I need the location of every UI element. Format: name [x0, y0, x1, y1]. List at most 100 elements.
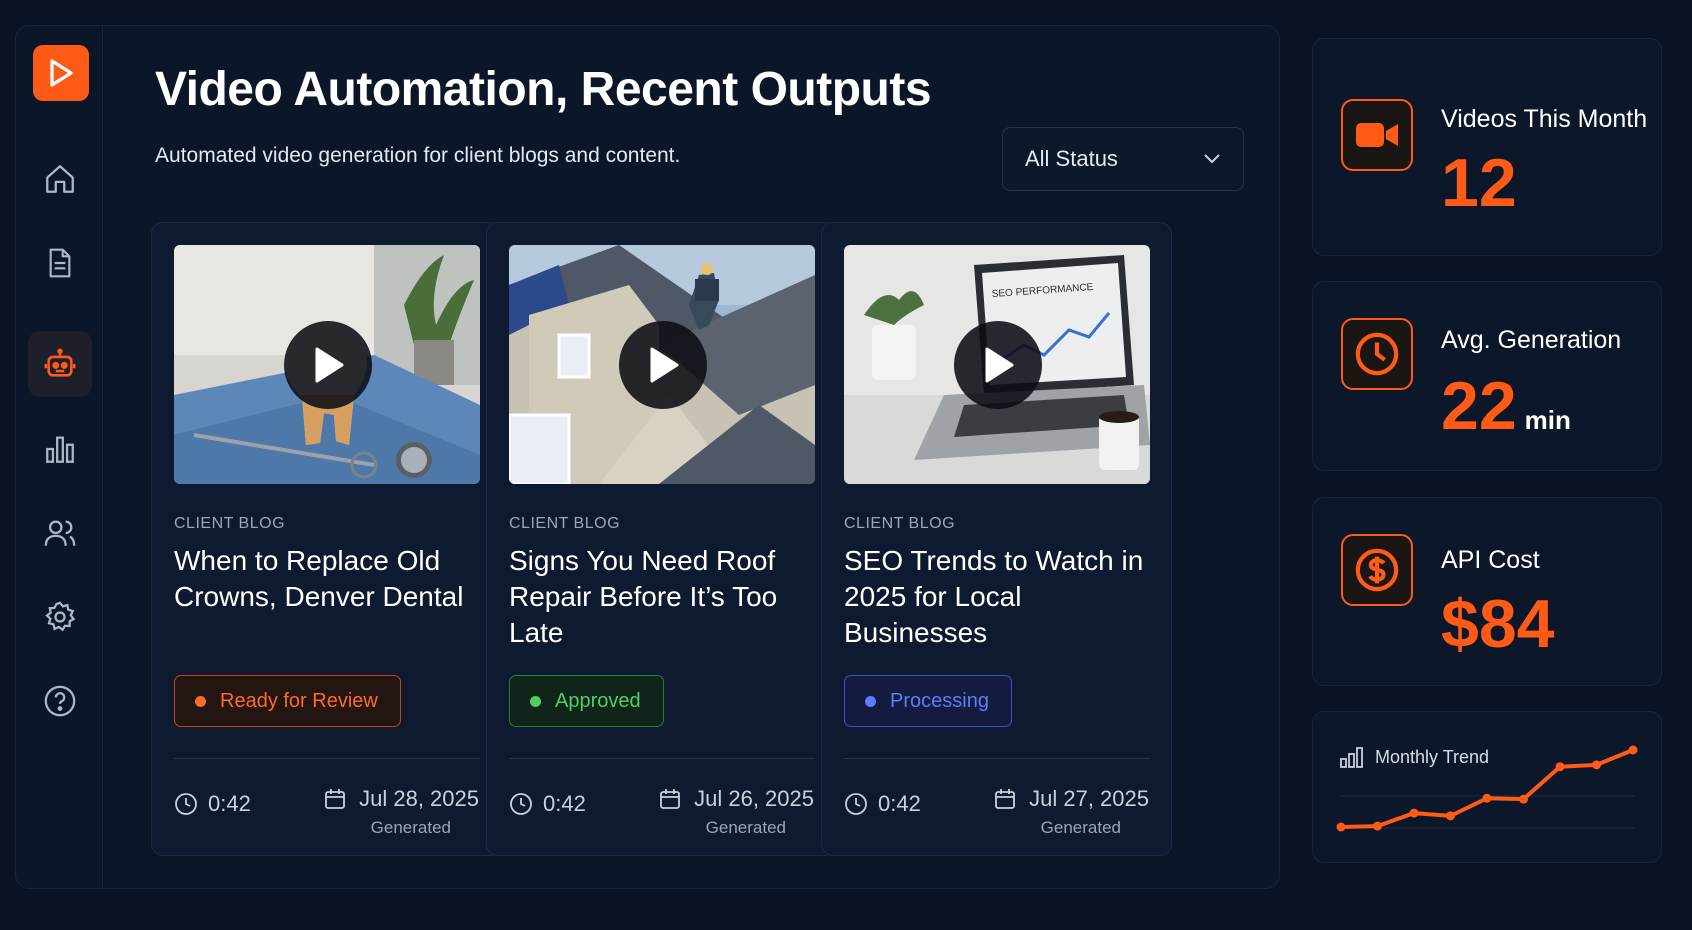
- date-label: Generated: [1040, 818, 1121, 837]
- duration-value: 0:42: [878, 791, 921, 816]
- video-card[interactable]: CLIENT BLOG When to Replace Old Crowns, …: [151, 222, 502, 856]
- gear-icon: [45, 601, 76, 632]
- trend-point: [1373, 821, 1382, 831]
- play-icon: [650, 347, 679, 383]
- stat-label: Videos This Month: [1441, 105, 1648, 133]
- stat-icon-box: [1341, 318, 1413, 390]
- stat-unit: min: [1524, 405, 1571, 435]
- status-badge-label: Approved: [555, 689, 641, 712]
- date-value: Jul 26, 2025: [694, 786, 814, 811]
- video-duration: 0:42: [509, 791, 586, 817]
- video-card[interactable]: SEO PERFORMANCE CLIENT BLOG SEO Trends t…: [821, 222, 1172, 856]
- card-title[interactable]: When to Replace Old Crowns, Denver Denta…: [174, 543, 474, 615]
- status-badge: Processing: [844, 675, 1012, 727]
- date-value: Jul 28, 2025: [359, 786, 479, 811]
- video-thumbnail[interactable]: [174, 245, 480, 484]
- date-label: Generated: [705, 818, 786, 837]
- home-icon: [46, 165, 74, 193]
- card-divider: [844, 758, 1150, 759]
- trend-point: [1628, 745, 1638, 755]
- status-badge: Approved: [509, 675, 664, 727]
- sidebar-item-help[interactable]: [28, 668, 92, 734]
- video-thumbnail[interactable]: [509, 245, 815, 484]
- app-logo[interactable]: [33, 45, 89, 101]
- date-label: Generated: [370, 818, 451, 837]
- video-card[interactable]: CLIENT BLOG Signs You Need Roof Repair B…: [486, 222, 837, 856]
- chevron-down-icon: [1204, 154, 1220, 164]
- stat-value: $84: [1441, 586, 1555, 662]
- clock-icon: [175, 793, 197, 815]
- trend-line: [1340, 748, 1634, 829]
- play-icon: [985, 347, 1014, 383]
- play-button[interactable]: [619, 321, 707, 409]
- sidebar-item-home[interactable]: [28, 146, 92, 212]
- trend-point: [1519, 794, 1528, 804]
- play-logo-icon: [50, 59, 73, 87]
- users-icon: [44, 520, 76, 546]
- stat-icon-box: [1341, 534, 1413, 606]
- card-title[interactable]: Signs You Need Roof Repair Before It’s T…: [509, 543, 809, 651]
- main-panel: Video Automation, Recent Outputs Automat…: [103, 25, 1280, 889]
- video-thumbnail[interactable]: SEO PERFORMANCE: [844, 245, 1150, 484]
- stat-value: 22 min: [1441, 372, 1571, 440]
- status-dot: [530, 695, 541, 707]
- generated-date: Jul 28, 2025 Generated: [323, 786, 479, 838]
- card-category: CLIENT BLOG: [509, 515, 621, 532]
- video-duration: 0:42: [844, 791, 921, 817]
- date-value: Jul 27, 2025: [1029, 786, 1149, 811]
- trend-point: [1409, 808, 1419, 818]
- play-button[interactable]: [954, 321, 1042, 409]
- sidebar-item-documents[interactable]: [28, 230, 92, 296]
- status-filter-value: All Status: [1025, 146, 1118, 171]
- robot-icon: [44, 348, 76, 377]
- card-title[interactable]: SEO Trends to Watch in 2025 for Local Bu…: [844, 543, 1144, 651]
- page-title: Video Automation, Recent Outputs: [155, 63, 932, 116]
- trend-point: [1592, 760, 1601, 770]
- trend-point: [1446, 811, 1455, 821]
- status-badge: Ready for Review: [174, 675, 401, 727]
- stat-card-videos: Videos This Month 12: [1312, 38, 1662, 256]
- stat-card-api-cost: API Cost $84: [1312, 497, 1662, 686]
- stat-icon-box: [1341, 99, 1413, 171]
- status-dot: [865, 695, 876, 707]
- sidebar-item-settings[interactable]: [28, 584, 92, 650]
- duration-value: 0:42: [543, 791, 586, 816]
- trend-point: [1555, 762, 1565, 772]
- stat-value: 12: [1441, 145, 1517, 221]
- stat-number: 22: [1441, 368, 1517, 444]
- sidebar-item-analytics[interactable]: [28, 416, 92, 482]
- duration-value: 0:42: [208, 791, 251, 816]
- card-category: CLIENT BLOG: [844, 515, 956, 532]
- stat-label: Avg. Generation: [1441, 326, 1622, 354]
- document-icon: [49, 248, 71, 278]
- stat-card-generation: Avg. Generation 22 min: [1312, 281, 1662, 471]
- calendar-icon: [995, 789, 1016, 809]
- clock-icon: [1355, 332, 1399, 376]
- calendar-icon: [325, 789, 346, 809]
- trend-point: [1482, 793, 1492, 803]
- card-category: CLIENT BLOG: [174, 515, 286, 532]
- stat-label: API Cost: [1441, 546, 1540, 574]
- calendar-icon: [660, 789, 681, 809]
- clock-icon: [845, 793, 867, 815]
- trend-sparkline: [1336, 745, 1638, 832]
- generated-date: Jul 27, 2025 Generated: [993, 786, 1149, 838]
- card-divider: [509, 758, 815, 759]
- status-filter-select[interactable]: All Status: [1002, 127, 1244, 191]
- video-camera-icon: [1356, 123, 1398, 147]
- dollar-icon: [1355, 548, 1399, 592]
- status-badge-label: Processing: [890, 689, 989, 712]
- trend-point: [1336, 822, 1346, 832]
- play-icon: [315, 347, 344, 383]
- sidebar-item-automation[interactable]: [28, 331, 92, 397]
- sidebar-item-users[interactable]: [28, 500, 92, 566]
- bar-chart-icon: [46, 436, 74, 463]
- sidebar: [15, 25, 103, 889]
- clock-icon: [510, 793, 532, 815]
- help-icon: [44, 685, 76, 717]
- play-button[interactable]: [284, 321, 372, 409]
- status-dot: [195, 695, 206, 707]
- status-badge-label: Ready for Review: [220, 689, 378, 712]
- card-divider: [174, 758, 480, 759]
- video-duration: 0:42: [174, 791, 251, 817]
